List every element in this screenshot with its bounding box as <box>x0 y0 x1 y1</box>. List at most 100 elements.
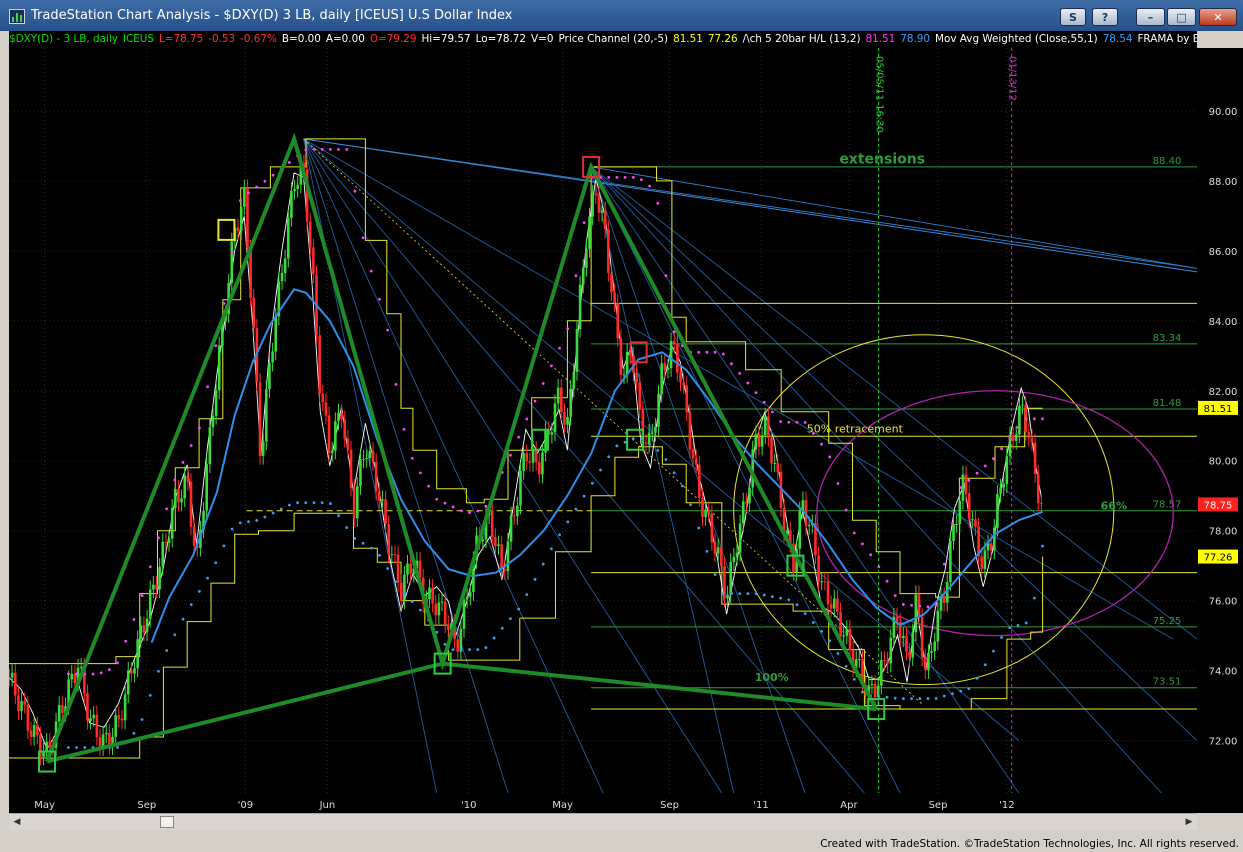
candle-body <box>243 188 246 207</box>
channel-dot <box>75 746 78 749</box>
channel-dot <box>124 639 128 643</box>
strategy-menu-button[interactable]: S <box>1060 8 1086 26</box>
candle-body <box>983 550 987 570</box>
channel-dot <box>959 689 963 693</box>
candle-body <box>657 393 660 427</box>
channel-dot <box>361 541 365 545</box>
channel-dot <box>1041 544 1044 548</box>
candle-body <box>352 487 356 519</box>
candle-body <box>569 388 572 417</box>
close-button[interactable]: ✕ <box>1199 8 1237 26</box>
candle-body <box>86 693 89 721</box>
channel-dot <box>787 420 791 424</box>
candle-body <box>745 501 748 504</box>
candle-body <box>409 563 412 574</box>
candle-body <box>798 510 802 549</box>
candle-body <box>748 487 751 504</box>
candle-body <box>381 499 384 501</box>
candle-body <box>716 547 720 554</box>
candle-body <box>672 341 676 344</box>
channel-dot <box>492 636 496 640</box>
candle-body <box>989 543 993 551</box>
channel-dot <box>648 442 652 446</box>
candle-body <box>550 432 554 435</box>
channel-dot <box>721 352 725 356</box>
minimize-button[interactable]: – <box>1136 8 1165 26</box>
channel-dot <box>197 590 201 593</box>
candle-body <box>280 273 284 282</box>
candle-body <box>914 594 918 633</box>
candle-body <box>98 737 102 748</box>
candle-body <box>1011 435 1015 441</box>
candle-body <box>26 704 30 731</box>
channel-dot <box>934 603 938 607</box>
title-bar: TradeStation Chart Analysis - $DXY(D) 3 … <box>0 0 1243 31</box>
candle-body <box>192 526 196 546</box>
candle-body <box>578 284 582 330</box>
channel-dot <box>361 236 365 240</box>
y-axis-label: 72.00 <box>1209 737 1238 748</box>
candle-body <box>572 371 576 389</box>
channel-dot <box>705 350 709 354</box>
horizontal-scrollbar[interactable]: ◀ ▶ <box>9 813 1197 830</box>
channel-dot <box>132 731 136 735</box>
candle-body <box>770 437 773 464</box>
scroll-right-arrow-icon[interactable]: ▶ <box>1181 814 1197 830</box>
channel-dot <box>304 148 308 151</box>
channel-dot <box>730 362 733 366</box>
candle-body <box>610 272 613 293</box>
maximize-button[interactable]: □ <box>1167 8 1196 26</box>
channel-dot <box>525 593 529 596</box>
candle-body <box>136 639 139 669</box>
scroll-left-arrow-icon[interactable]: ◀ <box>9 814 25 830</box>
channel-dot <box>631 437 635 441</box>
candle-body <box>340 412 343 420</box>
channel-dot <box>934 697 938 700</box>
channel-dot <box>951 692 954 695</box>
candle-body <box>431 587 434 604</box>
candle-body <box>563 411 566 425</box>
info-item: Lo=78.72 <box>475 33 527 45</box>
channel-dot <box>574 507 578 511</box>
channel-dot <box>828 455 832 459</box>
channel-dot <box>738 592 742 596</box>
candle-body <box>268 362 271 390</box>
candle-body <box>10 672 14 678</box>
price-flag-label: 78.75 <box>1204 500 1233 511</box>
channel-dot <box>345 148 349 151</box>
candle-body <box>927 652 930 671</box>
channel-dot <box>910 697 913 700</box>
channel-dot <box>1000 447 1004 451</box>
info-item: -0.53 <box>208 33 236 45</box>
candle-body <box>729 561 733 595</box>
candle-body <box>142 625 146 633</box>
price-chart[interactable]: 88.40 83.34 81.48 78.57 75.25 73.51 05/05/11 1… <box>9 48 1243 813</box>
candle-body <box>694 458 698 465</box>
channel-dot <box>1016 623 1020 627</box>
scroll-thumb[interactable] <box>160 816 174 828</box>
y-axis-label: 88.00 <box>1209 177 1238 188</box>
candle-body <box>541 452 544 475</box>
candle-body <box>1002 484 1006 488</box>
candle-body <box>95 714 99 738</box>
y-axis-label: 78.00 <box>1209 527 1238 538</box>
candle-body <box>120 718 124 721</box>
channel-dot <box>255 185 259 189</box>
help-menu-button[interactable]: ? <box>1092 8 1118 26</box>
channel-dot <box>197 426 201 430</box>
candle-body <box>832 598 836 609</box>
channel-dot <box>730 592 733 596</box>
candle-body <box>20 701 23 712</box>
channel-dot <box>263 515 267 519</box>
channel-dot <box>337 514 340 518</box>
candle-body <box>607 229 610 273</box>
channel-dot <box>549 547 553 551</box>
candle-body <box>679 372 682 383</box>
candle-body <box>512 515 516 517</box>
channel-dot <box>771 595 774 598</box>
channel-dot <box>803 612 807 616</box>
candle-body <box>377 491 381 501</box>
candle-body <box>174 488 177 508</box>
info-item: $DXY(D) - 3 LB, daily <box>9 33 118 45</box>
candle-body <box>274 316 278 352</box>
